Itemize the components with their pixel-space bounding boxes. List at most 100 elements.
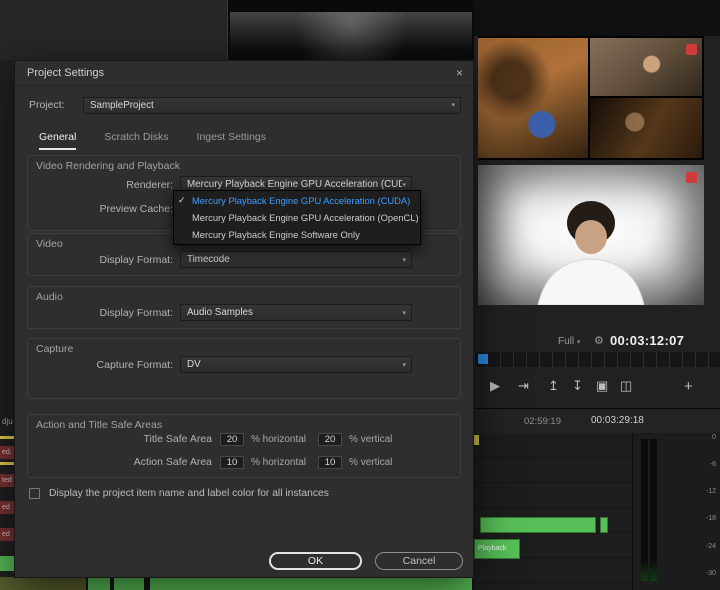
action-safe-horizontal-input[interactable] xyxy=(220,455,244,469)
meter-bar-left xyxy=(641,439,648,581)
program-timecode[interactable]: 00:03:12:07 xyxy=(610,333,684,348)
export-frame-button[interactable]: ▣ xyxy=(596,378,608,394)
timeline-clip-playback[interactable]: Playback xyxy=(474,539,520,559)
panel-top-left xyxy=(0,0,228,60)
audio-display-format-dropdown[interactable]: Audio Samples ▾ xyxy=(180,304,412,321)
bottom-track xyxy=(0,577,474,590)
preview-cache-label: Preview Cache: xyxy=(99,202,173,215)
meter-scale-label: -18 xyxy=(705,515,716,522)
tab-scratch-disks[interactable]: Scratch Disks xyxy=(104,131,168,150)
dialog-buttons: OK Cancel xyxy=(269,552,463,570)
program-time-ruler[interactable] xyxy=(474,352,720,367)
audio-display-format-value: Audio Samples xyxy=(187,307,253,318)
meter-scale-label: -30 xyxy=(705,570,716,577)
timeline-tracks: Playback xyxy=(474,433,632,590)
menu-item-label: Mercury Playback Engine Software Only xyxy=(192,229,360,240)
ok-button[interactable]: OK xyxy=(269,552,362,570)
group-title: Video xyxy=(36,238,63,250)
step-forward-button[interactable]: ⇥ xyxy=(518,378,529,394)
meter-scale-label: -6 xyxy=(709,461,716,468)
marker-sliver xyxy=(474,435,479,445)
timecode-in[interactable]: 02:59:19 xyxy=(524,416,561,427)
dialog-tabs: General Scratch Disks Ingest Settings xyxy=(39,131,266,150)
button-editor-plus-icon[interactable]: + xyxy=(684,378,693,395)
menu-item-label: Mercury Playback Engine GPU Acceleration… xyxy=(192,195,411,206)
vertical-suffix: % vertical xyxy=(349,456,393,468)
meter-scale-label: 0 xyxy=(712,434,716,441)
project-settings-dialog: Project Settings × Project: SampleProjec… xyxy=(14,60,474,578)
project-label: Project: xyxy=(29,99,65,111)
chevron-down-icon: ▾ xyxy=(402,361,406,369)
tab-ingest-settings[interactable]: Ingest Settings xyxy=(197,131,266,150)
video-display-format-label: Display Format: xyxy=(99,253,173,266)
program-monitor-controls: Full ▾ ⚙ 00:03:12:07 xyxy=(474,330,720,352)
audio-meters: 0 -6 -12 -18 -24 -30 xyxy=(632,433,720,590)
action-safe-area-label: Action Safe Area xyxy=(133,456,212,468)
play-button[interactable]: ▶ xyxy=(490,378,500,394)
transport-controls: ▶ ⇥ ↥ ↧ ▣ ◫ + xyxy=(474,368,720,408)
marker-line xyxy=(0,436,14,439)
display-label-row: Display the project item name and label … xyxy=(29,488,329,499)
title-safe-horizontal-input[interactable] xyxy=(220,432,244,446)
lift-button[interactable]: ↥ xyxy=(548,378,559,394)
multicam-cell-drums[interactable] xyxy=(590,98,702,158)
multicam-cell-guitar[interactable] xyxy=(478,38,588,158)
timeline-clip[interactable] xyxy=(88,577,110,590)
clip-fragment[interactable]: ed xyxy=(0,501,14,514)
group-audio: Audio Display Format: Audio Samples ▾ xyxy=(27,286,461,329)
chevron-down-icon: ▾ xyxy=(402,181,406,189)
menu-item-opencl[interactable]: Mercury Playback Engine GPU Acceleration… xyxy=(174,209,420,226)
video-display-format-dropdown[interactable]: Timecode ▾ xyxy=(180,251,412,268)
group-safe-areas: Action and Title Safe Areas Title Safe A… xyxy=(27,414,461,478)
timeline-clip[interactable] xyxy=(600,517,608,533)
timeline-clip[interactable] xyxy=(114,577,144,590)
action-safe-vertical-input[interactable] xyxy=(318,455,343,469)
timecode-out[interactable]: 00:03:29:18 xyxy=(591,415,644,426)
clip-fragment[interactable]: ed. xyxy=(0,446,14,459)
meter-scale-label: -24 xyxy=(705,543,716,550)
close-icon[interactable]: × xyxy=(456,61,463,86)
zoom-level-select[interactable]: Full ▾ xyxy=(558,336,580,347)
renderer-dropdown-menu: ✓ Mercury Playback Engine GPU Accelerati… xyxy=(173,190,421,245)
playhead[interactable] xyxy=(478,354,488,364)
project-row: Project: SampleProject ▾ xyxy=(29,96,461,114)
timeline-clip[interactable] xyxy=(0,577,86,590)
title-safe-vertical-input[interactable] xyxy=(318,432,343,446)
meter-scale-label: -12 xyxy=(705,488,716,495)
chevron-down-icon: ▾ xyxy=(576,339,581,346)
group-title: Audio xyxy=(36,291,63,303)
video-display-format-value: Timecode xyxy=(187,254,230,265)
clip-fragment-green[interactable] xyxy=(0,556,14,571)
chevron-down-icon: ▾ xyxy=(402,256,406,264)
tab-general[interactable]: General xyxy=(39,131,77,150)
divider xyxy=(474,408,720,409)
record-badge xyxy=(686,44,697,55)
project-dropdown[interactable]: SampleProject ▾ xyxy=(83,96,461,114)
multicam-grid xyxy=(478,36,704,160)
group-title: Action and Title Safe Areas xyxy=(36,419,163,431)
capture-format-label: Capture Format: xyxy=(96,358,173,371)
program-monitor[interactable] xyxy=(478,165,704,305)
audio-display-format-label: Display Format: xyxy=(99,306,173,319)
premiere-app: Full ▾ ⚙ 00:03:12:07 ▶ ⇥ ↥ ↧ ▣ ◫ + 02:59… xyxy=(0,0,720,590)
timeline-header: 02:59:19 00:03:29:18 xyxy=(474,410,720,433)
zoom-level-value: Full xyxy=(558,336,575,347)
capture-format-dropdown[interactable]: DV ▾ xyxy=(180,356,412,373)
chevron-down-icon: ▾ xyxy=(402,309,406,317)
timeline-clip[interactable] xyxy=(150,577,472,590)
extract-button[interactable]: ↧ xyxy=(572,378,583,394)
record-badge xyxy=(686,172,697,183)
clip-fragment[interactable]: ted xyxy=(0,474,14,487)
top-video-strip xyxy=(474,0,720,36)
comparison-view-button[interactable]: ◫ xyxy=(620,378,632,394)
menu-item-software-only[interactable]: Mercury Playback Engine Software Only xyxy=(174,226,420,243)
marker-line xyxy=(0,462,14,465)
clip-label: Playback xyxy=(478,545,507,552)
timeline-clip[interactable] xyxy=(480,517,596,533)
menu-item-cuda[interactable]: ✓ Mercury Playback Engine GPU Accelerati… xyxy=(174,192,420,209)
display-label-checkbox[interactable] xyxy=(29,488,40,499)
clip-fragment[interactable]: ed xyxy=(0,528,14,541)
capture-format-value: DV xyxy=(187,359,201,370)
settings-wrench-icon[interactable]: ⚙ xyxy=(594,334,604,347)
cancel-button[interactable]: Cancel xyxy=(375,552,463,570)
